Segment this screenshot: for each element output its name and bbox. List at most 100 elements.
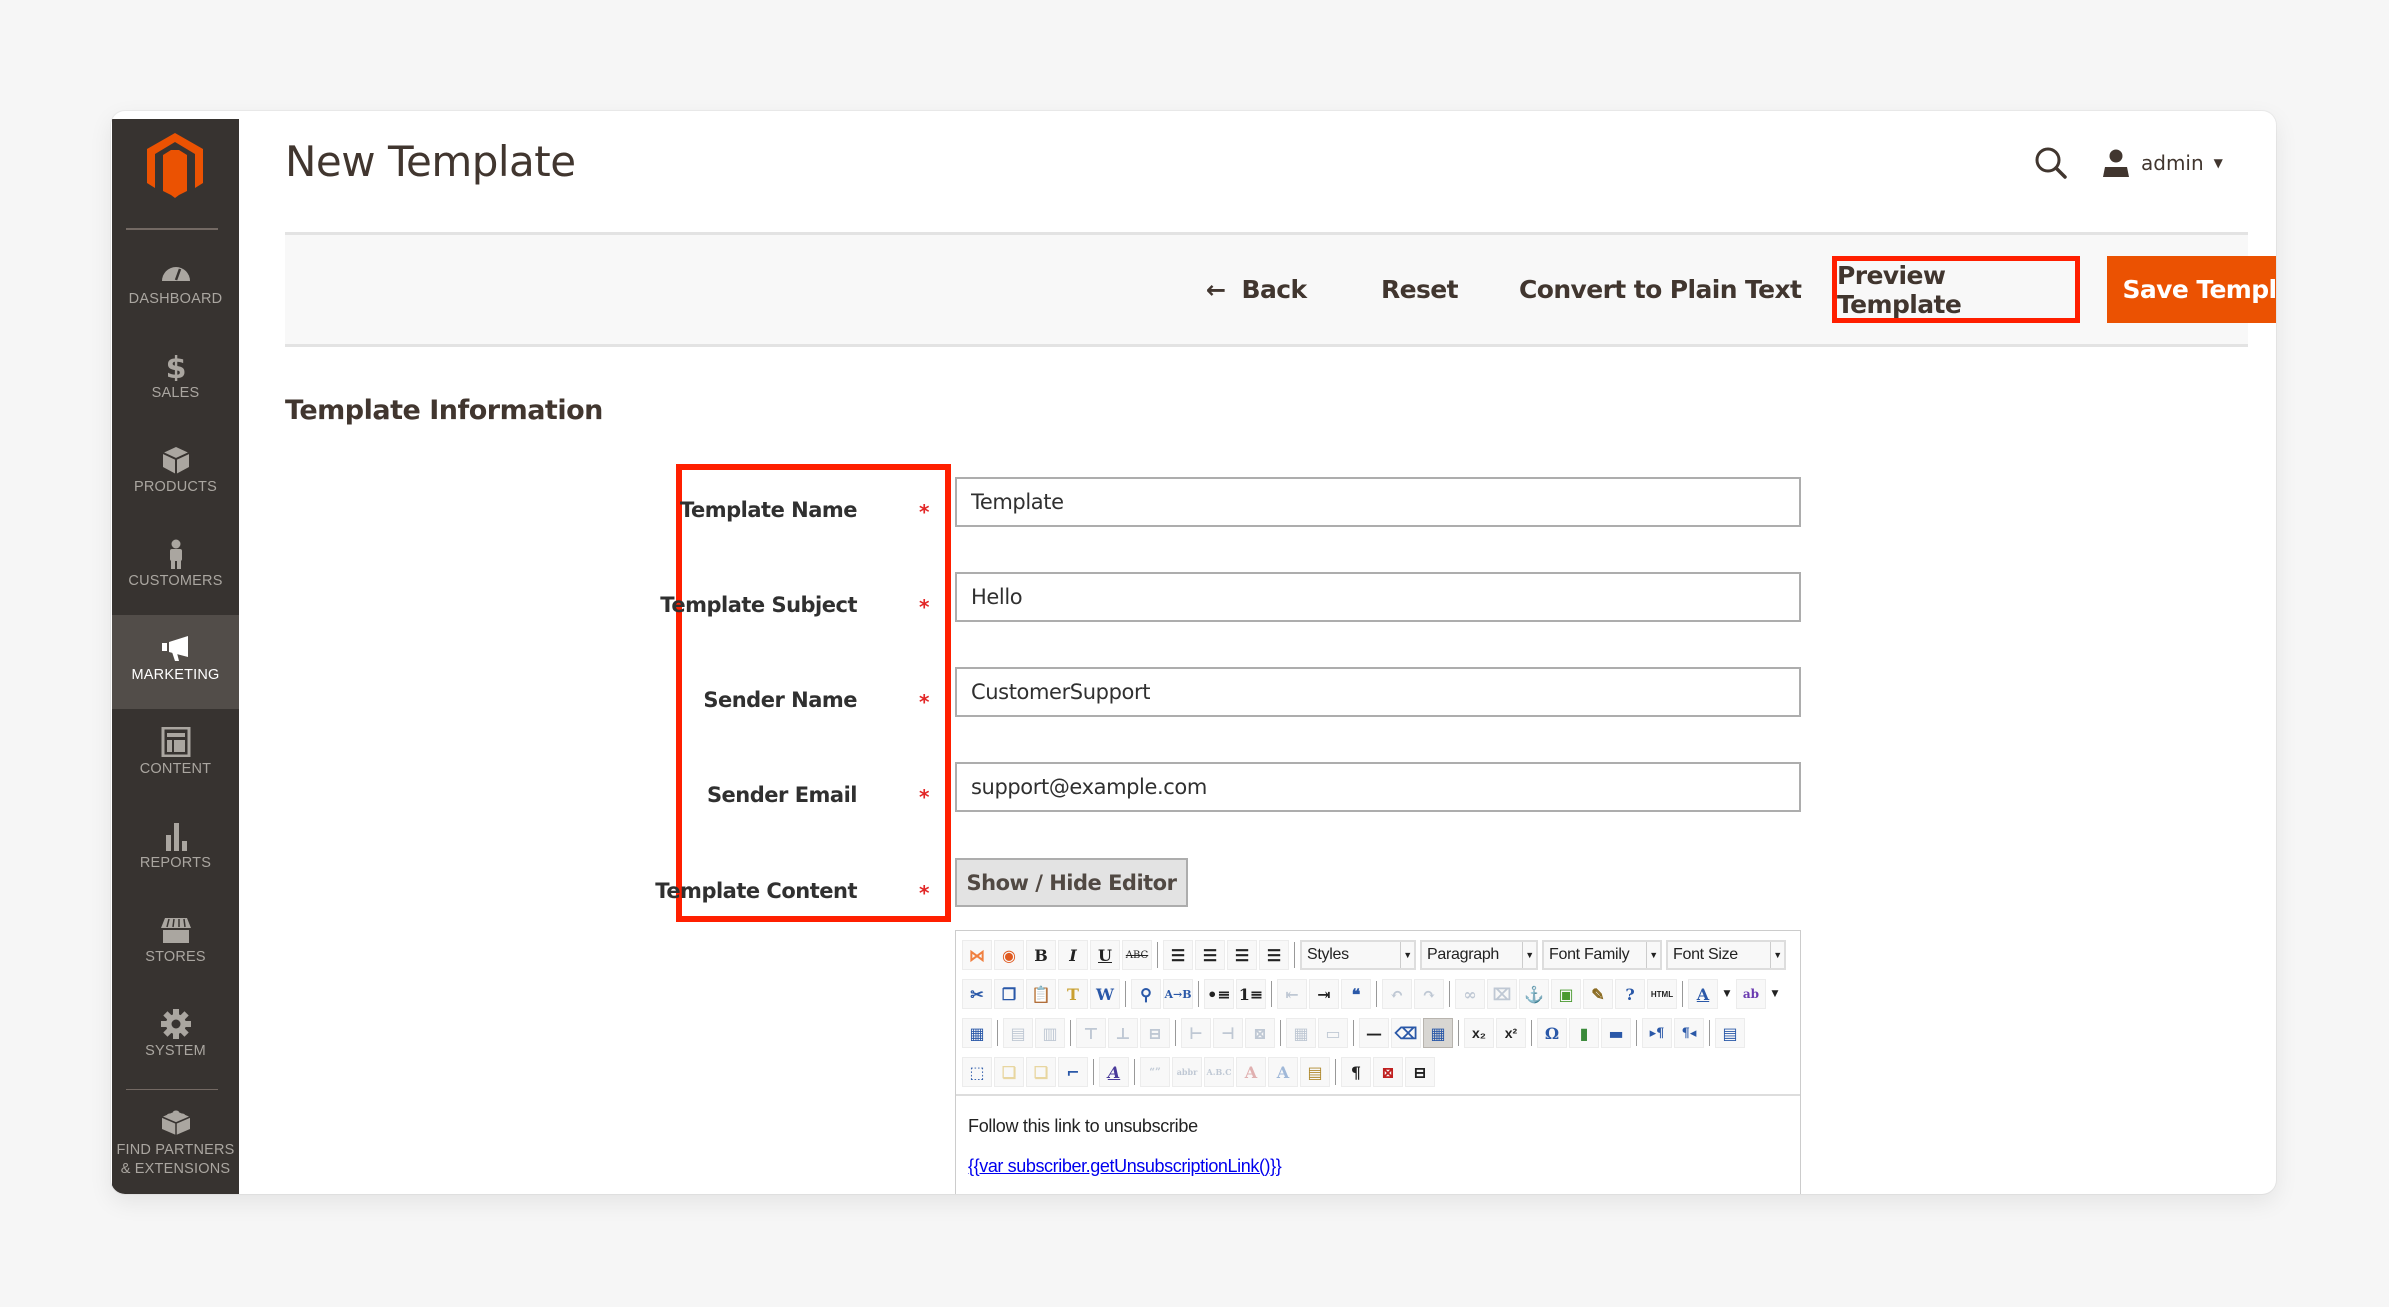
html-source-button[interactable]: HTML xyxy=(1647,979,1677,1009)
ltr-icon[interactable]: ▸¶ xyxy=(1642,1018,1672,1048)
sidebar-item-sales[interactable]: $ SALES xyxy=(112,333,239,427)
template-name-input[interactable] xyxy=(955,477,1801,527)
sender-email-input[interactable] xyxy=(955,762,1801,812)
special-char-button[interactable]: Ω xyxy=(1537,1018,1567,1048)
rtl-icon[interactable]: ¶◂ xyxy=(1674,1018,1704,1048)
visual-aid-icon[interactable]: ▦ xyxy=(1423,1018,1453,1048)
delete-col-icon[interactable]: ⊠ xyxy=(1245,1018,1275,1048)
insert-layer-icon[interactable]: ⬚ xyxy=(962,1057,992,1087)
cell-props-icon[interactable]: ▥ xyxy=(1035,1018,1065,1048)
align-justify-icon[interactable]: ☰ xyxy=(1259,940,1289,970)
delete-row-icon[interactable]: ⊟ xyxy=(1140,1018,1170,1048)
convert-to-plain-text-button[interactable]: Convert to Plain Text xyxy=(1519,235,1802,344)
font-family-select[interactable]: Font Family ▼ xyxy=(1542,940,1662,970)
link-icon[interactable]: ∞ xyxy=(1455,979,1485,1009)
strikethrough-button[interactable]: ABC xyxy=(1122,940,1152,970)
back-button[interactable]: ← Back xyxy=(1206,235,1307,344)
align-right-icon[interactable]: ☰ xyxy=(1227,940,1257,970)
absolute-position-icon[interactable]: ⌐ xyxy=(1058,1057,1088,1087)
replace-icon[interactable]: A→B xyxy=(1163,979,1193,1009)
cite-icon[interactable]: “” xyxy=(1140,1057,1170,1087)
image-icon[interactable]: ▣ xyxy=(1551,979,1581,1009)
sidebar-item-find-partners[interactable]: FIND PARTNERS & EXTENSIONS xyxy=(112,1095,239,1194)
indent-icon[interactable]: ⇥ xyxy=(1309,979,1339,1009)
move-backward-icon[interactable]: ❏ xyxy=(1026,1057,1056,1087)
subscript-button[interactable]: x₂ xyxy=(1464,1018,1494,1048)
sidebar-item-dashboard[interactable]: DASHBOARD xyxy=(112,239,239,333)
paste-icon[interactable]: 📋 xyxy=(1026,979,1056,1009)
paragraph-select[interactable]: Paragraph ▼ xyxy=(1420,940,1538,970)
highlight-color-icon[interactable]: ab xyxy=(1736,979,1766,1009)
style-props-icon[interactable]: A xyxy=(1099,1057,1129,1087)
save-template-button[interactable]: Save Template xyxy=(2107,256,2276,323)
magento-widget-icon[interactable]: ⋈ xyxy=(962,940,992,970)
sidebar-item-stores[interactable]: STORES xyxy=(112,897,239,991)
admin-user-menu[interactable]: admin ▼ xyxy=(2101,143,2223,183)
insert-variable-icon[interactable]: ◉ xyxy=(994,940,1024,970)
undo-icon[interactable]: ↶ xyxy=(1382,979,1412,1009)
outdent-icon[interactable]: ⇤ xyxy=(1277,979,1307,1009)
show-blocks-button[interactable]: ¶ xyxy=(1341,1057,1371,1087)
italic-button[interactable]: I xyxy=(1058,940,1088,970)
unlink-icon[interactable]: ⌧ xyxy=(1487,979,1517,1009)
reset-button[interactable]: Reset xyxy=(1381,235,1459,344)
media-icon[interactable]: ▮ xyxy=(1569,1018,1599,1048)
chevron-down-icon[interactable]: ▼ xyxy=(1720,979,1734,1009)
insert-row-before-icon[interactable]: ⊤ xyxy=(1076,1018,1106,1048)
attributes-icon[interactable]: ▤ xyxy=(1300,1057,1330,1087)
table-edit-icon[interactable]: ▦ xyxy=(962,1018,992,1048)
redo-icon[interactable]: ↷ xyxy=(1414,979,1444,1009)
sender-name-input[interactable] xyxy=(955,667,1801,717)
sidebar-item-system[interactable]: SYSTEM xyxy=(112,991,239,1085)
fullscreen-icon[interactable]: ▤ xyxy=(1715,1018,1745,1048)
eraser-icon[interactable]: ⌫ xyxy=(1391,1018,1421,1048)
underline-button[interactable]: U xyxy=(1090,940,1120,970)
split-cells-icon[interactable]: ▦ xyxy=(1286,1018,1316,1048)
magento-logo-icon[interactable] xyxy=(145,133,205,199)
editor-body-text[interactable]: Follow this link to unsubscribe xyxy=(968,1116,1198,1137)
move-forward-icon[interactable]: ❏ xyxy=(994,1057,1024,1087)
chevron-down-icon[interactable]: ▼ xyxy=(1768,979,1782,1009)
unsubscribe-link[interactable]: {{var subscriber.getUnsubscriptionLink()… xyxy=(968,1156,1282,1177)
advanced-hr-icon[interactable]: ▬ xyxy=(1601,1018,1631,1048)
anchor-icon[interactable]: ⚓ xyxy=(1519,979,1549,1009)
sidebar-item-products[interactable]: PRODUCTS xyxy=(112,427,239,521)
sidebar-item-marketing[interactable]: MARKETING xyxy=(112,615,239,709)
blockquote-icon[interactable]: ❝ xyxy=(1341,979,1371,1009)
insert-col-after-icon[interactable]: ⊣ xyxy=(1213,1018,1243,1048)
align-center-icon[interactable]: ☰ xyxy=(1195,940,1225,970)
sidebar-item-customers[interactable]: CUSTOMERS xyxy=(112,521,239,615)
find-icon[interactable]: ⚲ xyxy=(1131,979,1161,1009)
page-break-icon[interactable]: ⊟ xyxy=(1405,1057,1435,1087)
styles-select[interactable]: Styles ▼ xyxy=(1300,940,1416,970)
cut-icon[interactable]: ✂ xyxy=(962,979,992,1009)
bullet-list-icon[interactable]: •≡ xyxy=(1204,979,1234,1009)
show-hide-editor-button[interactable]: Show / Hide Editor xyxy=(955,858,1188,907)
paste-word-icon[interactable]: W xyxy=(1090,979,1120,1009)
insert-col-before-icon[interactable]: ⊢ xyxy=(1181,1018,1211,1048)
deletion-icon[interactable]: A xyxy=(1236,1057,1266,1087)
help-icon[interactable]: ? xyxy=(1615,979,1645,1009)
bold-button[interactable]: B xyxy=(1026,940,1056,970)
cleanup-icon[interactable]: ✎ xyxy=(1583,979,1613,1009)
abbreviation-icon[interactable]: abbr xyxy=(1172,1057,1202,1087)
global-search-button[interactable] xyxy=(2031,143,2071,183)
template-subject-input[interactable] xyxy=(955,572,1801,622)
copy-icon[interactable]: ❐ xyxy=(994,979,1024,1009)
sidebar-item-reports[interactable]: REPORTS xyxy=(112,803,239,897)
sidebar-item-content[interactable]: CONTENT xyxy=(112,709,239,803)
insertion-icon[interactable]: A xyxy=(1268,1057,1298,1087)
align-left-icon[interactable]: ☰ xyxy=(1163,940,1193,970)
paste-text-icon[interactable]: T xyxy=(1058,979,1088,1009)
text-color-icon[interactable]: A xyxy=(1688,979,1718,1009)
preview-template-button[interactable]: Preview Template xyxy=(1832,256,2080,323)
insert-row-after-icon[interactable]: ⊥ xyxy=(1108,1018,1138,1048)
numbered-list-icon[interactable]: 1≡ xyxy=(1236,979,1266,1009)
merge-cells-icon[interactable]: ▭ xyxy=(1318,1018,1348,1048)
acronym-icon[interactable]: A.B.C xyxy=(1204,1057,1234,1087)
row-props-icon[interactable]: ▤ xyxy=(1003,1018,1033,1048)
font-size-select[interactable]: Font Size ▼ xyxy=(1666,940,1786,970)
superscript-button[interactable]: x² xyxy=(1496,1018,1526,1048)
non-breaking-icon[interactable]: ⊠ xyxy=(1373,1057,1403,1087)
horizontal-rule-icon[interactable]: — xyxy=(1359,1018,1389,1048)
